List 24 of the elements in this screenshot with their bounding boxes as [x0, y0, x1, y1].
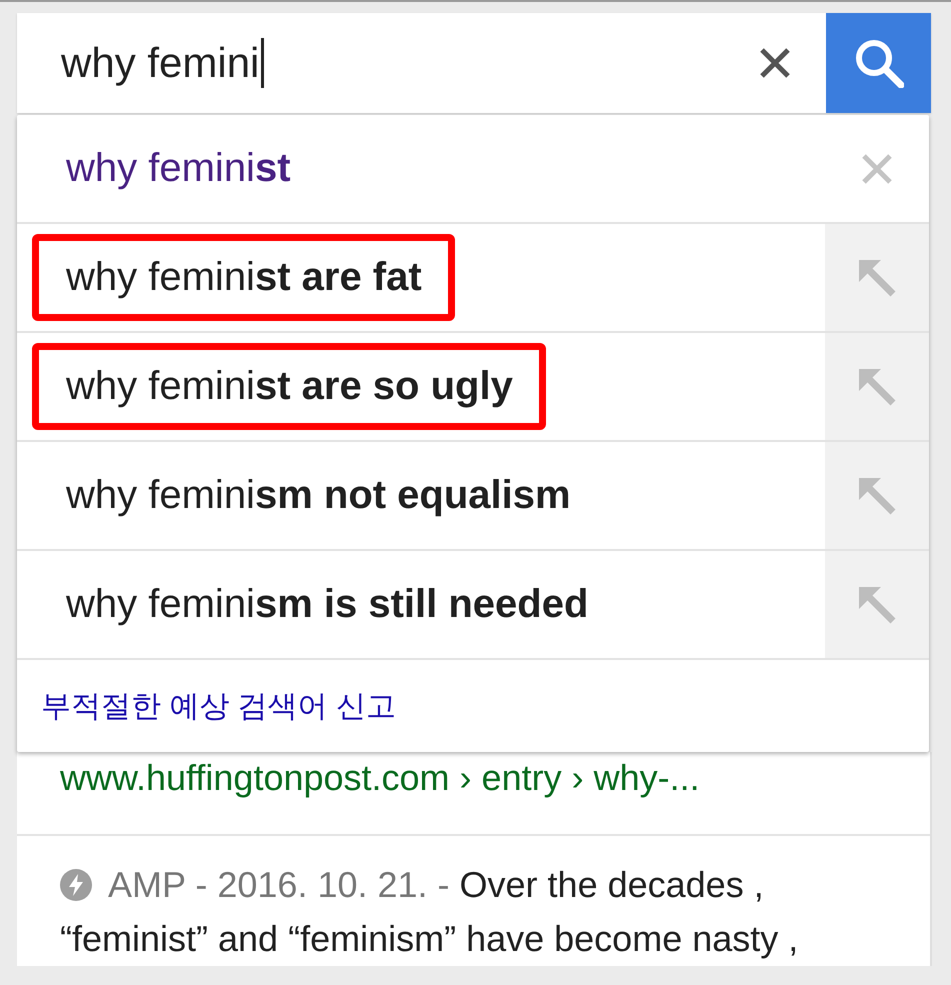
close-icon [861, 152, 893, 184]
arrow-up-left-icon [857, 258, 897, 298]
fill-query-button[interactable] [825, 442, 929, 549]
result-snippet: Over the decades , [460, 863, 764, 907]
fill-query-button[interactable] [825, 333, 929, 440]
search-button[interactable] [826, 13, 931, 113]
suggestion-text[interactable]: why feminism not equalism [66, 473, 571, 518]
arrow-up-left-icon [857, 366, 897, 406]
suggestion-text[interactable]: why feminism is still needed [66, 582, 588, 627]
suggestion-text[interactable]: why feminist are so ugly [66, 364, 513, 409]
text-caret-icon [261, 38, 264, 88]
report-link[interactable]: 부적절한 예상 검색어 신고 [41, 686, 396, 726]
fill-query-button[interactable] [825, 551, 929, 658]
result-snippet: “feminist” and “feminism” have become nasty , [60, 917, 798, 961]
lightning-icon [60, 869, 92, 901]
suggestion-text[interactable]: why feminist are fat [66, 255, 422, 300]
fill-query-button[interactable] [825, 224, 929, 331]
search-icon [854, 38, 904, 88]
arrow-up-left-icon [857, 476, 897, 516]
amp-date-label: AMP - 2016. 10. 21. - [108, 863, 450, 907]
close-icon [759, 47, 791, 79]
result-url[interactable]: www.huffingtonpost.com › entry › why-... [60, 757, 700, 798]
arrow-up-left-icon [857, 584, 897, 624]
suggestion-text[interactable]: why feminist [66, 146, 291, 191]
